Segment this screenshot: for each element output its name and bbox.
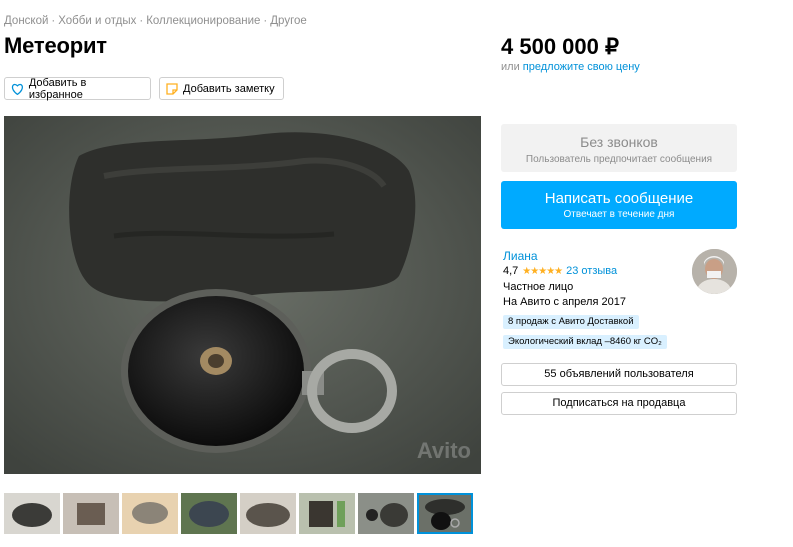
- breadcrumb-item-hobby[interactable]: Хобби и отдых: [58, 15, 136, 27]
- note-icon: [166, 82, 178, 95]
- add-favorite-label: Добавить в избранное: [28, 76, 87, 101]
- heart-icon: [11, 83, 23, 95]
- thumbnail-strip: [4, 493, 473, 534]
- seller-type: Частное лицо: [503, 281, 574, 293]
- thumbnail[interactable]: [63, 493, 119, 534]
- breadcrumb-item-collecting[interactable]: Коллекционирование: [146, 15, 260, 27]
- delivery-badge[interactable]: 8 продаж с Авито Доставкой: [503, 315, 639, 329]
- add-favorite-button[interactable]: Добавить в избранное: [4, 76, 151, 101]
- no-calls-title: Без звонков: [580, 134, 658, 150]
- breadcrumb: Донской · Хобби и отдых · Коллекционирование…: [4, 15, 307, 27]
- eco-badge[interactable]: Экологический вклад –8460 кг CO₂: [503, 335, 667, 349]
- write-message-button[interactable]: Написать сообщение Отвечает в течение дн…: [501, 181, 737, 229]
- rating-stars-icon: ★★★★★: [522, 265, 563, 277]
- thumbnail[interactable]: [181, 493, 237, 534]
- thumbnail[interactable]: [4, 493, 60, 534]
- avatar[interactable]: [692, 249, 737, 294]
- thumbnail-active[interactable]: [417, 493, 473, 534]
- offer-price-line: или предложите свою цену: [501, 61, 640, 73]
- main-photo[interactable]: Avito: [4, 116, 481, 474]
- offer-prefix: или: [501, 61, 520, 73]
- price: 4 500 000 ₽: [501, 34, 619, 59]
- write-message-sublabel: Отвечает в течение дня: [563, 209, 675, 220]
- watermark: Avito: [416, 438, 471, 463]
- seller-name[interactable]: Лиана: [503, 249, 538, 263]
- reviews-link[interactable]: 23 отзыва: [566, 265, 617, 277]
- thumbnail[interactable]: [240, 493, 296, 534]
- thumbnail[interactable]: [299, 493, 355, 534]
- offer-price-link[interactable]: предложите свою цену: [523, 61, 640, 73]
- breadcrumb-item-other[interactable]: Другое: [270, 15, 307, 27]
- seller-rating: 4,7 ★★★★★ 23 отзыва: [503, 265, 617, 277]
- rating-value: 4,7: [503, 265, 519, 277]
- page-title: Метеорит: [4, 33, 107, 58]
- no-calls-subtitle: Пользователь предпочитает сообщения: [525, 154, 713, 165]
- add-note-button[interactable]: Добавить заметку: [159, 77, 284, 100]
- add-note-label: Добавить заметку: [183, 82, 275, 95]
- seller-since: На Авито с апреля 2017: [503, 296, 626, 308]
- thumbnail[interactable]: [358, 493, 414, 534]
- subscribe-button[interactable]: Подписаться на продавца: [501, 392, 737, 415]
- write-message-label: Написать сообщение: [544, 190, 694, 207]
- no-calls-panel: Без звонков Пользователь предпочитает со…: [501, 124, 737, 172]
- meteorite-photo: [4, 116, 481, 474]
- user-listings-button[interactable]: 55 объявлений пользователя: [501, 363, 737, 386]
- thumbnail[interactable]: [122, 493, 178, 534]
- breadcrumb-item-district[interactable]: Донской: [4, 15, 48, 27]
